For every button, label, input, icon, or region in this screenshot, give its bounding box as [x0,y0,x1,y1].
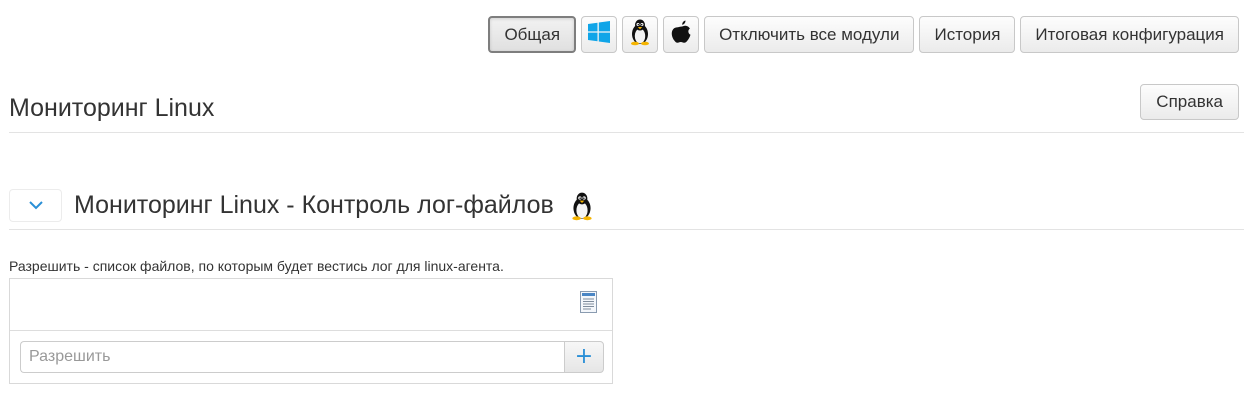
chevron-down-icon [28,197,44,215]
windows-icon [587,20,611,49]
final-config-button[interactable]: Итоговая конфигурация [1020,16,1239,53]
collapse-toggle[interactable] [9,189,62,222]
add-button[interactable]: + [564,341,604,373]
page-title: Мониторинг Linux [9,94,215,122]
windows-button[interactable] [581,16,618,53]
section-header: Мониторинг Linux - Контроль лог-файлов [9,186,1244,230]
linux-button[interactable] [622,16,659,53]
allow-input[interactable] [20,341,564,373]
apple-button[interactable] [663,16,700,53]
page-header: Мониторинг Linux Справка [9,82,1244,133]
allow-input-group: + [20,341,604,373]
document-list-icon[interactable] [580,291,597,313]
general-button[interactable]: Общая [488,16,577,53]
help-button[interactable]: Справка [1140,84,1239,120]
top-toolbar: Общая Отключить все модули История Итого… [488,16,1239,53]
allow-list-box: + [9,278,613,384]
history-button[interactable]: История [919,16,1016,53]
linux-tux-icon [568,191,596,221]
apple-icon [669,19,693,50]
linux-tux-icon [628,18,652,51]
section-title: Мониторинг Linux - Контроль лог-файлов [74,191,554,219]
page: Общая Отключить все модули История Итого… [0,0,1250,409]
allow-list-description: Разрешить - список файлов, по которым бу… [9,258,504,274]
disable-all-modules-button[interactable]: Отключить все модули [704,16,915,53]
allow-list-items [10,279,612,331]
